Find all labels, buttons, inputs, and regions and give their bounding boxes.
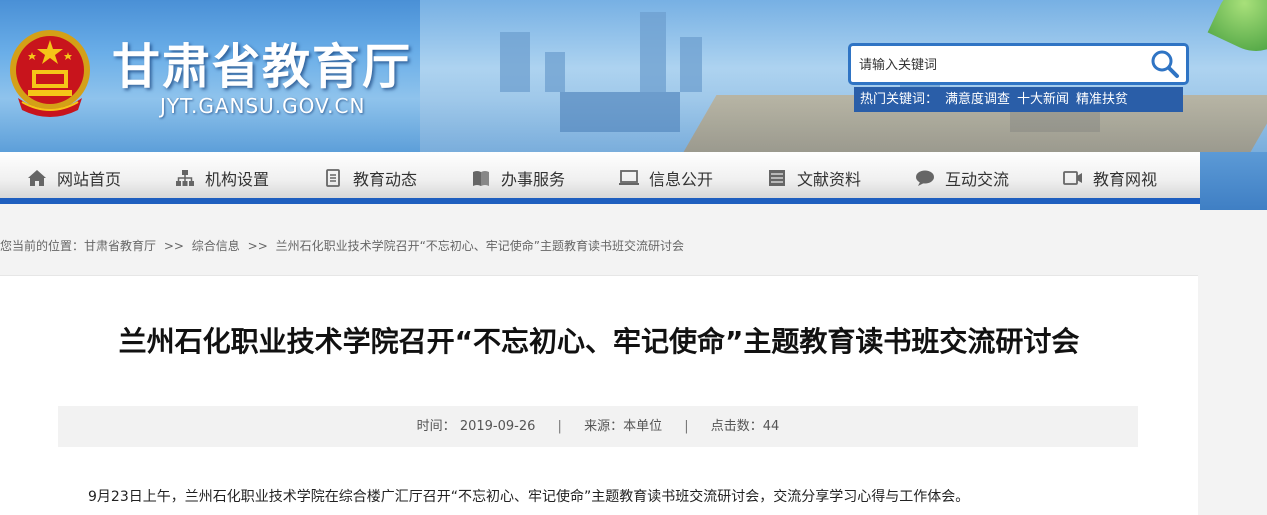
- views-value: 44: [762, 419, 780, 434]
- hot-keyword[interactable]: 满意度调查: [945, 92, 1010, 107]
- source-label: 来源：: [584, 419, 624, 434]
- banner-building: [560, 92, 680, 132]
- org-chart-icon: [175, 170, 194, 186]
- breadcrumb-link-category[interactable]: 综合信息: [192, 239, 240, 253]
- breadcrumb-link-home[interactable]: 甘肃省教育厅: [84, 239, 156, 253]
- nav-item-interaction[interactable]: 互动交流: [888, 152, 1036, 204]
- hot-keyword[interactable]: 十大新闻: [1017, 92, 1069, 107]
- book-icon: [472, 171, 489, 186]
- search-icon: [1151, 50, 1179, 78]
- search-box: [848, 43, 1189, 85]
- nav-item-info-disclosure[interactable]: 信息公开: [592, 152, 740, 204]
- nav-item-services[interactable]: 办事服务: [444, 152, 592, 204]
- nav-item-organization[interactable]: 机构设置: [148, 152, 296, 204]
- breadcrumb: 您当前的位置：甘肃省教育厅 >> 综合信息 >> 兰州石化职业技术学院召开“不忘…: [0, 237, 684, 254]
- article-container: 兰州石化职业技术学院召开“不忘初心、牢记使命”主题教育读书班交流研讨会 时间： …: [0, 275, 1198, 515]
- breadcrumb-separator: >>: [247, 239, 268, 253]
- nav-item-label: 网站首页: [56, 170, 121, 189]
- nav-item-label: 教育网视: [1092, 170, 1157, 189]
- banner-building: [640, 12, 666, 92]
- publish-time-value: 2019-09-26: [459, 419, 536, 434]
- hot-keyword[interactable]: 精准扶贫: [1076, 92, 1128, 107]
- home-icon: [27, 170, 46, 186]
- nav-item-home[interactable]: 网站首页: [0, 152, 148, 204]
- publish-time-label: 时间：: [416, 419, 456, 434]
- hot-keywords-bar: 热门关键词： 满意度调查 十大新闻 精准扶贫: [854, 87, 1183, 112]
- breadcrumb-link-current[interactable]: 兰州石化职业技术学院召开“不忘初心、牢记使命”主题教育读书班交流研讨会: [276, 239, 684, 253]
- banner-building: [680, 37, 702, 92]
- archive-icon: [768, 170, 785, 186]
- nav-item-label: 信息公开: [648, 170, 713, 189]
- search-input[interactable]: [859, 52, 1139, 78]
- nav-item-news[interactable]: 教育动态: [296, 152, 444, 204]
- meta-divider: |: [684, 419, 689, 434]
- nav-item-label: 教育动态: [352, 170, 417, 189]
- chat-icon: [915, 170, 934, 186]
- banner-building: [500, 32, 530, 92]
- national-emblem-icon: [10, 30, 90, 117]
- nav-item-label: 文献资料: [796, 170, 861, 189]
- banner-building: [545, 52, 565, 92]
- search-button[interactable]: [1148, 48, 1182, 80]
- nav-item-video[interactable]: 教育网视: [1036, 152, 1184, 204]
- document-icon: [326, 169, 340, 187]
- nav-item-label: 互动交流: [944, 170, 1009, 189]
- header-banner: 甘肃省教育厅 JYT.GANSU.GOV.CN 热门关键词： 满意度调查十大新闻精…: [0, 0, 1267, 152]
- site-title: 甘肃省教育厅: [112, 39, 413, 95]
- monitor-icon: [618, 170, 639, 185]
- site-domain: JYT.GANSU.GOV.CN: [160, 94, 366, 118]
- main-nav: 网站首页 机构设置 教育动态 办事服务 信息公开 文献资料 互动交流 教育网视: [0, 152, 1200, 204]
- article-meta-bar: 时间： 2019-09-26 | 来源：本单位 | 点击数：44: [58, 406, 1138, 447]
- nav-item-label: 办事服务: [500, 170, 565, 189]
- source-value: 本单位: [623, 419, 663, 434]
- hot-keywords-label: 热门关键词：: [860, 92, 939, 107]
- nav-right-fill: [1200, 152, 1267, 210]
- article-title: 兰州石化职业技术学院召开“不忘初心、牢记使命”主题教育读书班交流研讨会: [118, 325, 1080, 358]
- meta-divider: |: [557, 419, 562, 434]
- breadcrumb-prefix: 您当前的位置：: [0, 239, 85, 253]
- views-label: 点击数：: [710, 419, 763, 434]
- nav-item-documents[interactable]: 文献资料: [740, 152, 888, 204]
- breadcrumb-separator: >>: [163, 239, 184, 253]
- article-body-paragraph: 9月23日上午，兰州石化职业技术学院在综合楼广汇厅召开“不忘初心、牢记使命”主题…: [88, 489, 970, 505]
- nav-item-label: 机构设置: [204, 170, 269, 189]
- video-icon: [1063, 171, 1082, 185]
